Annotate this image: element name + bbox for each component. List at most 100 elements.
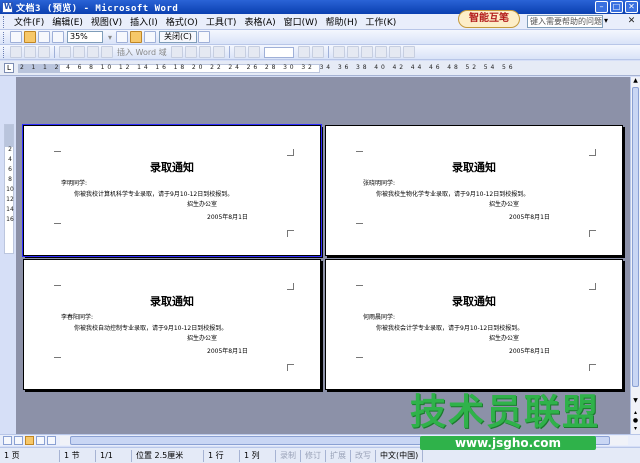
preview-page-1[interactable]: 录取通知 李明同学: 你被我校计算机科学专业录取，请于9月10-12日到校报到。…: [22, 124, 322, 257]
browse-object-icon[interactable]: ●: [632, 417, 639, 425]
highlight-fields-icon[interactable]: [184, 46, 197, 58]
previous-record-icon[interactable]: [247, 46, 260, 58]
shrink-to-fit-icon[interactable]: [130, 31, 143, 43]
vertical-ruler[interactable]: 2 4 6 8 10 12 14 16: [4, 124, 14, 254]
chevron-down-icon[interactable]: ▾: [604, 16, 608, 25]
crop-mark: [589, 364, 596, 371]
multiple-pages-icon[interactable]: [52, 31, 64, 43]
status-extend[interactable]: 扩展: [326, 449, 351, 462]
previous-page-icon[interactable]: ▴: [632, 409, 639, 417]
scroll-up-icon[interactable]: ▲: [632, 77, 639, 85]
help-search-input[interactable]: 键入需要帮助的问题: [527, 15, 603, 28]
merge-to-fax-icon[interactable]: [402, 46, 415, 58]
word-icon[interactable]: [2, 1, 13, 13]
close-button[interactable]: ✕: [625, 1, 638, 13]
vertical-ruler-numbers: 2 4 6 8 10 12 14 16: [6, 146, 14, 223]
print-layout-view-icon[interactable]: [25, 436, 34, 445]
zoom-select[interactable]: 35%: [67, 31, 103, 43]
preview-page-2[interactable]: 录取通知 张晓明同学: 你被我校生物化学专业录取，请于9月10-12日到校报到。…: [325, 125, 623, 256]
menu-format[interactable]: 格式(O): [162, 15, 202, 28]
scroll-down-icon[interactable]: ▼: [632, 397, 639, 405]
horizontal-ruler: L 2 1 1 2 4 6 8 10 12 14 16 18 20 22 24 …: [0, 61, 640, 76]
address-block-icon[interactable]: [59, 46, 71, 58]
tab-selector[interactable]: L: [4, 63, 14, 73]
merge-to-printer-icon[interactable]: [374, 46, 387, 58]
maximize-button[interactable]: □: [610, 1, 623, 13]
brand-logo: 智能互笔: [458, 10, 520, 28]
next-record-icon[interactable]: [297, 46, 310, 58]
menu-help[interactable]: 帮助(H): [322, 15, 362, 28]
crop-mark: [589, 149, 596, 156]
minimize-button[interactable]: –: [595, 1, 608, 13]
merge-to-email-icon[interactable]: [388, 46, 401, 58]
propagate-labels-icon[interactable]: [212, 46, 225, 58]
status-overtype[interactable]: 改写: [351, 449, 376, 462]
notice-signer: 招生办公室: [489, 335, 520, 342]
next-page-icon[interactable]: ▾: [632, 425, 639, 433]
print-icon[interactable]: [10, 31, 22, 43]
crop-mark: [54, 151, 61, 158]
greeting-line-icon[interactable]: [73, 46, 85, 58]
find-entry-icon[interactable]: [332, 46, 345, 58]
open-data-source-icon[interactable]: [24, 46, 36, 58]
menu-table[interactable]: 表格(A): [240, 15, 279, 28]
main-document-icon[interactable]: [10, 46, 22, 58]
status-record[interactable]: 录制: [276, 449, 301, 462]
menu-work[interactable]: 工作(K): [361, 15, 400, 28]
menu-tools[interactable]: 工具(T): [202, 15, 241, 28]
toolbar-grip[interactable]: [3, 46, 6, 58]
merge-to-new-document-icon[interactable]: [360, 46, 373, 58]
view-ruler-icon[interactable]: [116, 31, 129, 43]
toolbar-separator: [327, 46, 329, 58]
first-record-icon[interactable]: [233, 46, 246, 58]
last-record-icon[interactable]: [311, 46, 324, 58]
check-errors-icon[interactable]: [346, 46, 359, 58]
preview-page-3[interactable]: 录取通知 李春阳同学: 你被我校自动控制专业录取，请于9月10-12日到校报到。…: [23, 259, 321, 390]
reading-layout-view-icon[interactable]: [47, 436, 56, 445]
crop-mark: [54, 285, 61, 292]
insert-word-field-button[interactable]: 插入 Word 域: [117, 47, 167, 58]
preview-page-4[interactable]: 录取通知 何雨晨同学: 你被我校会计学专业录取，请于9月10-12日到校报到。 …: [325, 259, 623, 390]
view-merged-data-icon[interactable]: [170, 46, 183, 58]
watermark-url: www.jsgho.com: [420, 436, 596, 450]
menu-grip[interactable]: [3, 15, 7, 28]
document-close-icon[interactable]: ✕: [626, 15, 637, 27]
notice-date: 2005年8月1日: [509, 214, 550, 221]
merge-fields-icon[interactable]: [87, 46, 99, 58]
crop-mark: [287, 230, 294, 237]
status-line: 1 行: [204, 449, 240, 462]
notice-body: 你被我校自动控制专业录取，请于9月10-12日到校报到。: [74, 325, 228, 332]
record-number-field[interactable]: [263, 46, 294, 58]
menu-view[interactable]: 视图(V): [87, 15, 126, 28]
menu-window[interactable]: 窗口(W): [280, 15, 322, 28]
normal-view-icon[interactable]: [3, 436, 12, 445]
help-icon[interactable]: [197, 31, 210, 43]
one-page-icon[interactable]: [38, 31, 50, 43]
close-preview-button[interactable]: 关闭(C): [159, 31, 197, 43]
insert-field-icon[interactable]: [101, 46, 113, 58]
full-screen-icon[interactable]: [144, 31, 157, 43]
menu-edit[interactable]: 编辑(E): [48, 15, 87, 28]
status-page: 1 页: [0, 449, 60, 462]
menu-file[interactable]: 文件(F): [10, 15, 48, 28]
toolbar-separator: [54, 46, 55, 58]
toolbar-separator: [228, 46, 230, 58]
status-column: 1 列: [240, 449, 276, 462]
menu-insert[interactable]: 插入(I): [126, 15, 162, 28]
toolbar-grip[interactable]: [3, 31, 6, 43]
crop-mark: [54, 357, 61, 364]
vertical-scroll-thumb[interactable]: [632, 87, 639, 387]
outline-view-icon[interactable]: [36, 436, 45, 445]
title-bar: 文档3 (预览) - Microsoft Word – □ ✕: [0, 0, 640, 14]
recipients-icon[interactable]: [38, 46, 50, 58]
match-fields-icon[interactable]: [198, 46, 211, 58]
notice-signer: 招生办公室: [489, 201, 520, 208]
crop-mark: [356, 357, 363, 364]
status-track-changes[interactable]: 修订: [301, 449, 326, 462]
chevron-down-icon[interactable]: ▾: [108, 33, 112, 42]
vertical-scrollbar[interactable]: ▲ ▼ ▴ ● ▾: [630, 77, 640, 434]
mail-merge-toolbar: 插入 Word 域: [0, 45, 640, 60]
magnifier-icon[interactable]: [24, 31, 36, 43]
ruler-numbers: 2 1 1 2 4 6 8 10 12 14 16 18 20 22 24 26…: [20, 64, 516, 71]
web-layout-view-icon[interactable]: [14, 436, 23, 445]
